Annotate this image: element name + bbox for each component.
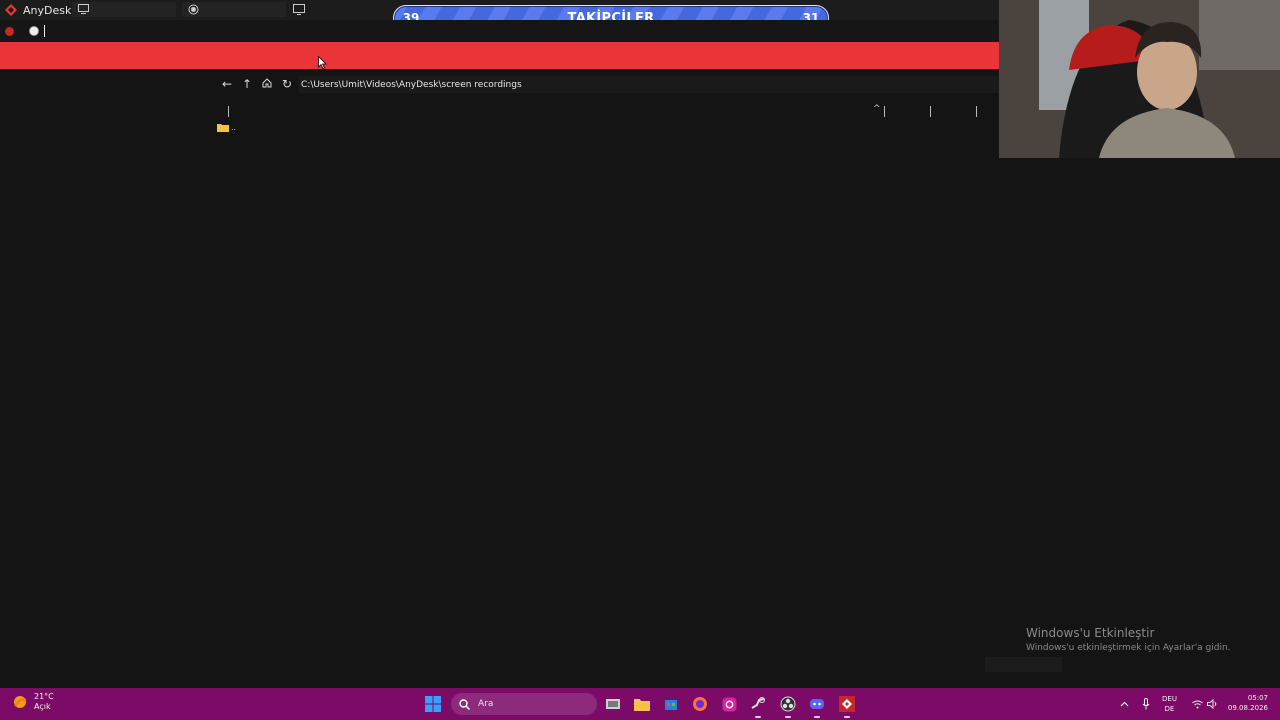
folder-icon bbox=[634, 698, 650, 711]
recording-banner bbox=[0, 42, 999, 69]
running-indicator bbox=[844, 716, 850, 718]
task-view-icon bbox=[606, 699, 620, 709]
weather-temp: 21°C bbox=[34, 692, 54, 701]
new-session-tab[interactable] bbox=[287, 2, 317, 17]
instagram-icon bbox=[722, 697, 736, 711]
close-session-icon[interactable] bbox=[5, 27, 14, 36]
clock[interactable]: 05:07 09.08.2026 bbox=[1226, 693, 1268, 713]
running-indicator bbox=[755, 716, 761, 718]
microphone-button[interactable] bbox=[1136, 694, 1156, 714]
steam-button[interactable] bbox=[748, 694, 768, 718]
session-toolbar bbox=[0, 20, 1000, 42]
file-list-header bbox=[0, 106, 1000, 118]
chevron-up-icon bbox=[1120, 701, 1128, 707]
path-input[interactable] bbox=[299, 76, 1003, 93]
obs-icon bbox=[780, 696, 796, 712]
wifi-icon bbox=[1191, 700, 1203, 708]
file-explorer-button[interactable] bbox=[632, 694, 652, 714]
column-separator[interactable] bbox=[930, 106, 931, 117]
back-arrow-icon[interactable]: ← bbox=[220, 77, 234, 91]
session-tab-monitor[interactable] bbox=[72, 2, 176, 17]
refresh-icon[interactable]: ↻ bbox=[280, 77, 294, 91]
up-arrow-icon[interactable]: ↑ bbox=[240, 77, 254, 91]
windows-activation-watermark: Windows'u Etkinleştir Windows'u etkinleş… bbox=[1026, 626, 1231, 653]
sort-ascending-icon[interactable]: ^ bbox=[873, 104, 881, 114]
webcam-overlay bbox=[999, 0, 1280, 158]
anydesk-logo-icon bbox=[5, 4, 17, 16]
windows-logo-icon bbox=[425, 696, 441, 712]
anydesk-taskbar-button[interactable] bbox=[837, 694, 857, 718]
session-tab-record[interactable] bbox=[182, 2, 286, 17]
firefox-icon bbox=[693, 697, 707, 711]
hidden-panel bbox=[985, 657, 1062, 672]
monitor-icon bbox=[78, 4, 89, 14]
task-view-button[interactable] bbox=[603, 694, 623, 714]
watermark-title: Windows'u Etkinleştir bbox=[1026, 626, 1155, 640]
store-button[interactable] bbox=[661, 694, 681, 714]
clock-time: 05:07 bbox=[1247, 694, 1268, 702]
watermark-subtitle: Windows'u etkinleştirmek için Ayarlar'a … bbox=[1026, 643, 1231, 653]
anydesk-icon bbox=[839, 696, 855, 712]
record-icon bbox=[188, 4, 199, 15]
language-indicator[interactable]: DEU DE bbox=[1162, 694, 1177, 714]
weather-widget[interactable]: 21°C Açık bbox=[12, 692, 54, 712]
column-separator[interactable] bbox=[976, 106, 977, 117]
steam-icon bbox=[751, 697, 765, 709]
mouse-cursor-icon bbox=[318, 56, 327, 69]
app-name: AnyDesk bbox=[23, 3, 72, 17]
discord-button[interactable] bbox=[807, 694, 827, 718]
discord-icon bbox=[810, 699, 824, 709]
windows-taskbar: 21°C Açık Ara DEU DE 05:07 09.08.2026 bbox=[0, 688, 1280, 720]
start-button[interactable] bbox=[423, 694, 443, 714]
store-icon bbox=[665, 700, 677, 710]
running-indicator bbox=[814, 716, 820, 718]
file-name: .. bbox=[231, 122, 237, 132]
home-icon[interactable] bbox=[260, 77, 274, 91]
speaker-icon bbox=[1207, 699, 1217, 709]
weather-icon bbox=[14, 696, 27, 708]
volume-button[interactable] bbox=[1203, 694, 1223, 714]
column-separator[interactable] bbox=[884, 106, 885, 117]
obs-button[interactable] bbox=[778, 694, 798, 718]
column-separator[interactable] bbox=[228, 106, 229, 117]
folder-icon bbox=[217, 123, 229, 132]
microphone-icon bbox=[1142, 698, 1150, 710]
search-placeholder: Ara bbox=[478, 699, 494, 709]
anydesk-brand[interactable]: AnyDesk bbox=[4, 3, 71, 17]
instagram-button[interactable] bbox=[719, 694, 739, 714]
lang-line1: DEU bbox=[1162, 695, 1177, 703]
firefox-button[interactable] bbox=[690, 694, 710, 714]
record-toggle-icon[interactable] bbox=[29, 26, 39, 36]
text-cursor bbox=[44, 25, 45, 37]
weather-desc: Açık bbox=[34, 702, 51, 711]
show-hidden-icons-button[interactable] bbox=[1114, 694, 1134, 714]
lang-line2: DE bbox=[1164, 705, 1175, 713]
running-indicator bbox=[785, 716, 791, 718]
clock-date: 09.08.2026 bbox=[1227, 704, 1268, 712]
search-icon bbox=[459, 698, 470, 710]
explorer-navigation: ← ↑ ↻ bbox=[215, 76, 1003, 94]
remote-screen-icon bbox=[293, 4, 305, 15]
taskbar-search[interactable]: Ara bbox=[451, 693, 597, 715]
list-item[interactable]: .. bbox=[217, 121, 417, 133]
webcam-person-image bbox=[999, 0, 1280, 158]
